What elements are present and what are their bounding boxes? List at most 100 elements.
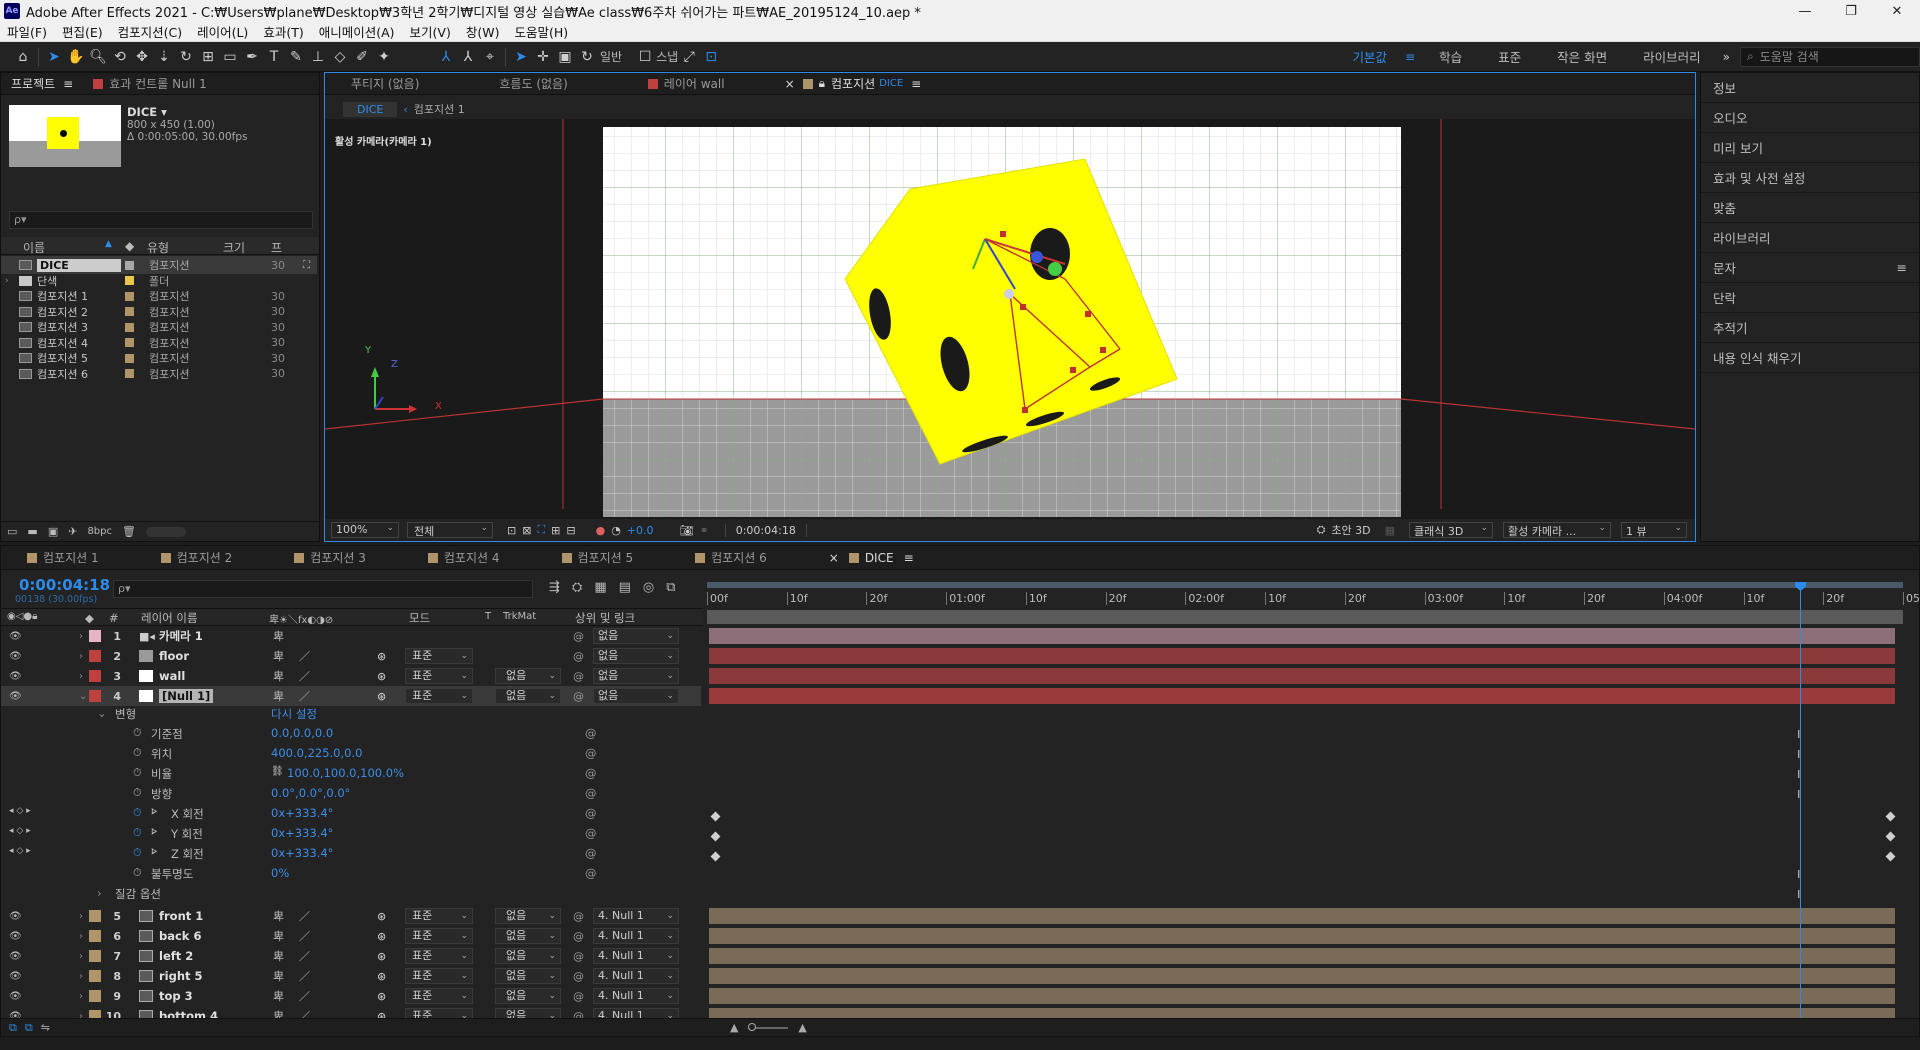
material-options-group[interactable]: › 질감 옵션 I [1, 886, 1800, 906]
visibility-eye-icon[interactable]: 👁︎ [9, 971, 22, 982]
zoom-dropdown[interactable]: 100% ⌄ [331, 522, 399, 538]
clone-stamp-icon[interactable]: ⊥ [307, 46, 329, 68]
playhead[interactable] [1795, 582, 1807, 1034]
timeline-tab-3[interactable]: 컴포지션 4 [376, 546, 510, 569]
zoom-in-icon[interactable]: ▲ [798, 1021, 806, 1034]
parent-dropdown[interactable]: 없음 ⌄ [593, 628, 679, 644]
keyframe-navigator[interactable]: ◂ ◇ ▸ [9, 846, 31, 856]
pen-tool-icon[interactable]: ✒ [241, 46, 263, 68]
quality-switch-icon[interactable]: ／ [299, 968, 310, 984]
label-swatch[interactable] [125, 276, 134, 285]
timeline-tab-5[interactable]: 컴포지션 6 [643, 546, 777, 569]
layer-name[interactable]: [Null 1] [159, 689, 214, 703]
workspace-small-screen[interactable]: 작은 화면 [1539, 47, 1625, 66]
menu-window[interactable]: 창(W) [459, 22, 508, 41]
tab-composition-dice[interactable]: × 🔒︎ 컴포지션 DICE ≡ [735, 73, 932, 94]
parent-pickwhip-icon[interactable]: @ [573, 630, 584, 643]
property-pickwhip-icon[interactable]: @ [585, 806, 597, 820]
label-swatch[interactable] [89, 950, 101, 962]
col-parent[interactable]: 상위 및 링크 [575, 610, 635, 626]
parent-pickwhip-icon[interactable]: @ [573, 950, 584, 963]
property-pickwhip-icon[interactable]: @ [585, 866, 597, 880]
parent-dropdown[interactable]: 4. Null 1 ⌄ [593, 948, 679, 964]
blend-mode-dropdown[interactable]: 표준 ⌄ [405, 988, 473, 1004]
track-matte-dropdown[interactable]: 없음 ⌄ [495, 928, 561, 944]
blend-mode-dropdown[interactable]: 표준 ⌄ [405, 928, 473, 944]
layer-name[interactable]: right 5 [159, 969, 203, 983]
help-search-input[interactable]: ⌕ 도움말 검색 [1740, 46, 1920, 67]
views-layout-dropdown[interactable]: 1 뷰 ⌄ [1621, 522, 1687, 538]
layer-name[interactable]: 카메라 1 [159, 628, 203, 644]
new-comp-icon[interactable]: ▣ [48, 525, 58, 538]
type-tool-icon[interactable]: T [263, 46, 285, 68]
keyframe-start[interactable] [710, 851, 721, 862]
parent-dropdown[interactable]: 없음 ⌄ [593, 668, 679, 684]
zoom-out-icon[interactable]: ▲ [730, 1021, 738, 1034]
panel-item-2[interactable]: 미리 보기 [1701, 133, 1919, 163]
property-pickwhip-icon[interactable]: @ [585, 786, 597, 800]
resolution-dropdown[interactable]: 전체 ⌄ [407, 522, 493, 538]
bpc-toggle[interactable]: 8bpc [87, 526, 112, 537]
layer-duration-bar[interactable] [709, 968, 1895, 984]
col-type[interactable]: 유형 [147, 239, 169, 256]
expand-arrow-icon[interactable]: › [79, 631, 83, 642]
expand-arrow-icon[interactable]: ⌄ [79, 691, 87, 702]
property-pickwhip-icon[interactable]: @ [585, 766, 597, 780]
tab-layer-wall[interactable]: 레이어 wall [578, 73, 735, 94]
snap-grid-icon[interactable]: ⊡ [700, 46, 722, 68]
shy-layers-icon[interactable]: ▦ [594, 580, 606, 595]
property-value[interactable]: 0.0,0.0,0.0 [271, 726, 333, 740]
frame-blending-icon[interactable]: ▤ [619, 580, 631, 595]
label-swatch[interactable] [89, 970, 101, 982]
quality-switch-icon[interactable]: ／ [299, 908, 310, 924]
renderer-dropdown[interactable]: 클래식 3D ⌄ [1409, 522, 1493, 538]
snap-label[interactable]: 스냅 [656, 48, 678, 65]
roi-icon[interactable]: ⊡ [507, 524, 516, 537]
visibility-eye-icon[interactable]: 👁︎ [9, 911, 22, 922]
3d-layer-switch-icon[interactable]: ⊛ [377, 950, 386, 963]
3d-scale-icon[interactable]: ▣ [554, 46, 576, 68]
close-button[interactable]: ✕ [1874, 4, 1920, 19]
label-swatch[interactable] [125, 322, 134, 332]
expand-arrow-icon[interactable]: › [79, 951, 83, 962]
layer-duration-bar[interactable] [709, 648, 1895, 664]
quality-switch-icon[interactable]: ／ [299, 648, 310, 664]
parent-dropdown[interactable]: 4. Null 1 ⌄ [593, 928, 679, 944]
timeline-tab-1[interactable]: 컴포지션 2 [109, 546, 243, 569]
reset-link[interactable]: 다시 설정 [271, 706, 317, 722]
transform-group[interactable]: ⌄ 변형 다시 설정 [1, 706, 701, 726]
layer-row[interactable]: 👁︎ › 3 wall 卑 ／ ⊛ 표준 ⌄ 없음 ⌄ @ 없음 ⌄ [1, 666, 1895, 686]
rectangle-tool-icon[interactable]: ▭ [219, 46, 241, 68]
3d-rotate-icon[interactable]: ↻ [576, 46, 598, 68]
shy-switch-icon[interactable]: 卑 [273, 648, 284, 664]
exposure-value[interactable]: +0.0 [627, 524, 654, 537]
reset-exposure-icon[interactable]: ◔ [611, 524, 621, 537]
keyframe-start[interactable] [710, 811, 721, 822]
parent-pickwhip-icon[interactable]: @ [573, 690, 584, 703]
workspace-overflow-icon[interactable]: » [1723, 50, 1730, 64]
motion-blur-icon[interactable]: ◎ [643, 580, 654, 595]
col-trkmat[interactable]: TrkMat [503, 611, 536, 622]
property-value[interactable]: 400.0,225.0,0.0 [271, 746, 362, 760]
menu-composition[interactable]: 컴포지션(C) [111, 22, 190, 41]
shy-switch-icon[interactable]: 卑 [273, 968, 284, 984]
menu-animation[interactable]: 애니메이션(A) [312, 22, 403, 41]
label-swatch[interactable] [125, 369, 134, 378]
layer-row[interactable]: 👁︎ › 6 back 6 卑 ／ ⊛ 표준 ⌄ 없음 ⌄ @4. Null 1 ⌄ [1, 926, 1895, 946]
tab-footage[interactable]: 푸티지 (없음) [325, 73, 429, 94]
workspace-default[interactable]: 기본값 [1335, 47, 1406, 66]
label-swatch[interactable] [125, 307, 134, 316]
property-value[interactable]: 0% [271, 866, 289, 880]
orbit-camera-icon[interactable]: ⟲ [109, 46, 131, 68]
work-area-bar[interactable] [707, 582, 1903, 588]
layer-name[interactable]: front 1 [159, 909, 203, 923]
3d-layer-switch-icon[interactable]: ⊛ [377, 910, 386, 923]
layer-row[interactable]: 👁︎ › 9 top 3 卑 ／ ⊛ 표준 ⌄ 없음 ⌄ @4. Null 1 ⌄ [1, 986, 1895, 1006]
viewer-timecode[interactable]: 0:00:04:18 [724, 523, 807, 537]
panel-item-7[interactable]: 단락 [1701, 283, 1919, 313]
3d-layer-switch-icon[interactable]: ⊛ [377, 690, 386, 703]
label-swatch[interactable] [89, 910, 101, 922]
layer-row[interactable]: 👁︎ › 8 right 5 卑 ／ ⊛ 표준 ⌄ 없음 ⌄ @4. Null 1 ⌄ [1, 966, 1895, 986]
parent-pickwhip-icon[interactable]: @ [573, 910, 584, 923]
snap-checkbox[interactable]: ☐ [634, 46, 656, 68]
